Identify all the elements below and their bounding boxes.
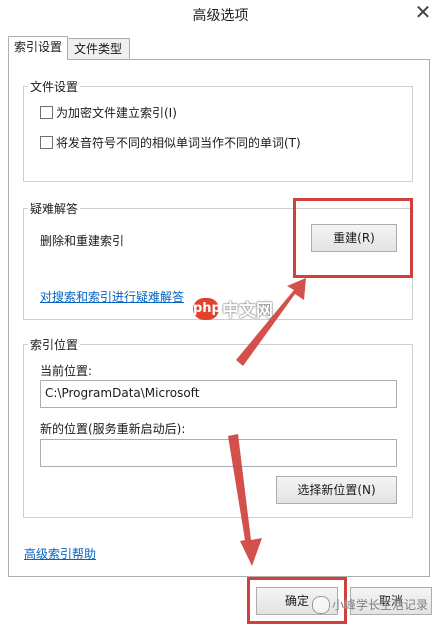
account-watermark: 小峰学长生活记录 [332,598,429,612]
arrow-to-ok [228,434,262,566]
site-watermark: 中文网 [222,301,273,321]
wechat-icon [312,596,330,614]
php-logo-text: php [193,301,221,316]
php-logo-badge: php [193,298,221,320]
tab-index-settings[interactable]: 索引设置 [8,36,68,60]
arrow-to-rebuild [236,278,306,366]
